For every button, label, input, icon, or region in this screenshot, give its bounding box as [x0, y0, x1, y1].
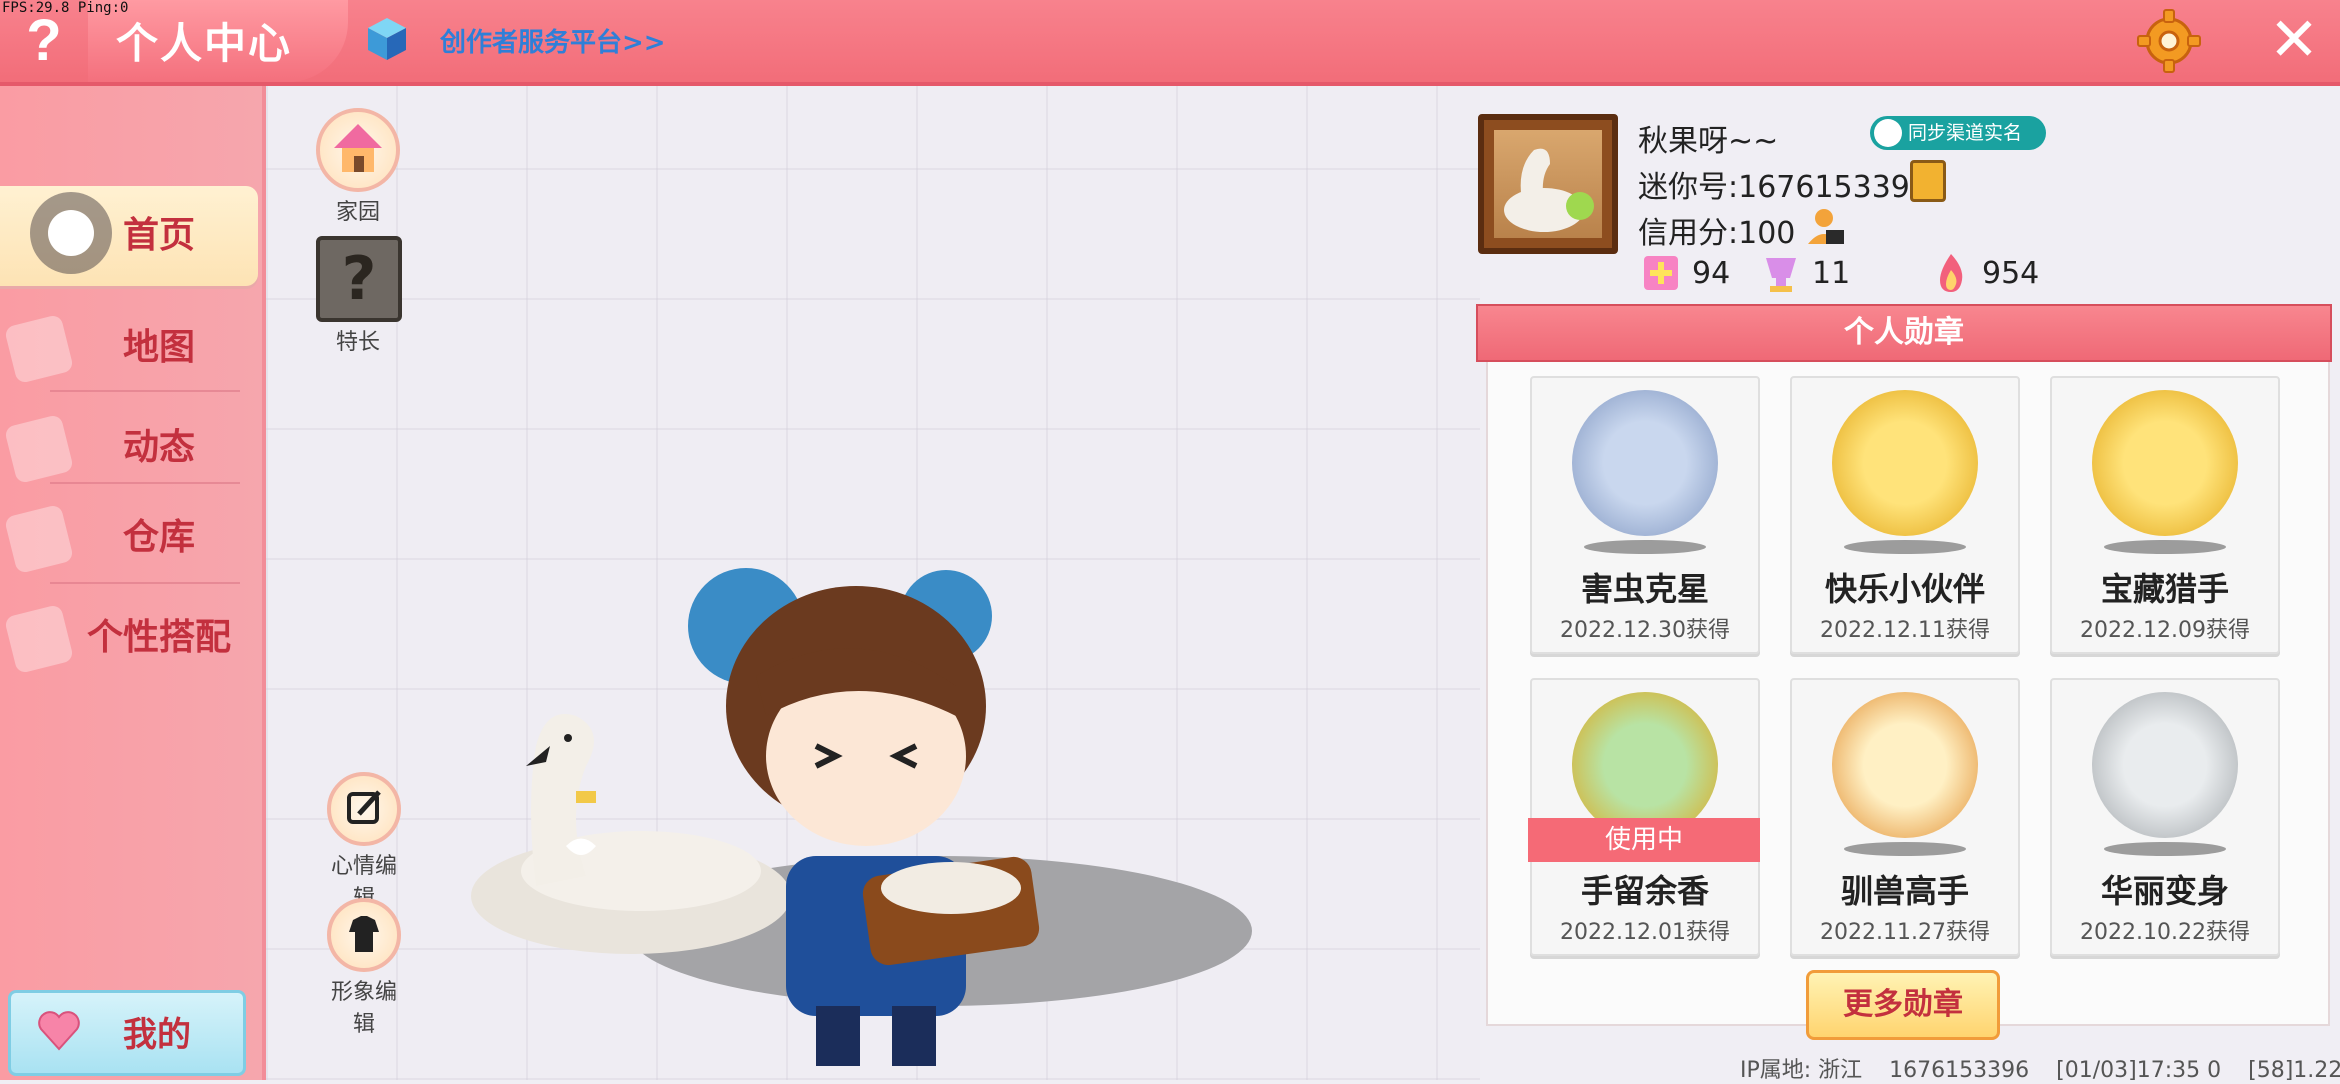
page-title: 个人中心 — [116, 19, 293, 68]
player-character-image — [688, 568, 1040, 1066]
avatar-edit-button[interactable]: 形象编辑 — [322, 898, 406, 1038]
medal-pedestal — [2104, 842, 2226, 856]
in-use-tag: 使用中 — [1528, 818, 1760, 862]
badge-date: 2022.12.01获得 — [1560, 920, 1730, 945]
medal-treasure-icon — [2092, 390, 2238, 536]
footer-version: [58]1.22.1 — [2248, 1058, 2340, 1083]
sidebar-item-outfit[interactable]: 个性搭配 — [0, 588, 258, 688]
outfit-icon — [327, 898, 401, 972]
medal-friends-icon — [1832, 390, 1978, 536]
trait-button[interactable]: ? 特长 — [316, 236, 402, 356]
badge-card[interactable]: 快乐小伙伴 2022.12.11获得 — [1790, 376, 2020, 654]
badge-name: 驯兽高手 — [1840, 872, 1969, 910]
trait-label: 特长 — [335, 330, 380, 355]
badge-card[interactable]: 使用中 手留余香 2022.12.01获得 — [1528, 678, 1760, 956]
credit-score: 信用分:100 — [1638, 216, 1796, 251]
badge-date: 2022.12.09获得 — [2080, 618, 2250, 643]
flame-icon — [1940, 254, 1963, 292]
stat-value: 11 — [1812, 256, 1851, 291]
house-icon — [316, 108, 400, 192]
badge-name: 宝藏猎手 — [2100, 570, 2229, 608]
badge-name: 手留余香 — [1580, 872, 1709, 910]
badge-card[interactable]: 害虫克星 2022.12.30获得 — [1530, 376, 1760, 654]
trait-question-icon: ? — [316, 236, 402, 322]
medal-tamer-icon — [1832, 692, 1978, 838]
medal-pedestal — [1584, 540, 1706, 554]
mini-id: 迷你号:1676153396 — [1638, 170, 1929, 205]
badge-card[interactable]: 华丽变身 2022.10.22获得 — [2050, 678, 2280, 956]
avatar-image — [1494, 130, 1602, 238]
close-icon[interactable]: ✕ — [2264, 10, 2324, 70]
my-button[interactable]: 我的 — [8, 990, 246, 1076]
medal-pest-icon — [1572, 390, 1718, 536]
divider — [50, 482, 240, 484]
sidebar-item-label: 地图 — [122, 327, 195, 368]
footer-time: [01/03]17:35 0 — [2056, 1058, 2222, 1083]
badge-date: 2022.10.22获得 — [2080, 920, 2250, 945]
badge-date: 2022.12.30获得 — [1560, 618, 1730, 643]
medal-fragrance-icon — [1572, 692, 1718, 838]
ip-location: IP属地: 浙江 — [1740, 1058, 1863, 1083]
medal-pedestal — [1844, 540, 1966, 554]
badge-card[interactable]: 驯兽高手 2022.11.27获得 — [1790, 678, 2020, 956]
stat-value: 94 — [1692, 256, 1731, 291]
badge-date: 2022.12.11获得 — [1820, 618, 1990, 643]
top-bar: ? 个人中心 创作者服务平台>> ✕ — [0, 0, 2340, 86]
divider — [50, 582, 240, 584]
person-icon — [1874, 119, 1902, 147]
badge-name: 快乐小伙伴 — [1824, 570, 1985, 608]
edit-icon — [327, 772, 401, 846]
fps-readout: FPS:29.8 Ping:0 — [2, 0, 129, 16]
medal-pedestal — [1844, 842, 1966, 856]
footer-id: 1676153396 — [1889, 1058, 2030, 1083]
stat-value: 954 — [1982, 256, 2040, 291]
sync-label: 同步渠道实名 — [1908, 122, 2023, 144]
sidebar-item-storage[interactable]: 仓库 — [0, 488, 258, 588]
sidebar-item-label: 个性搭配 — [86, 617, 231, 658]
badge-name: 华丽变身 — [2100, 872, 2229, 910]
badge-name: 害虫克星 — [1580, 570, 1709, 608]
medal-pedestal — [2104, 540, 2226, 554]
mood-edit-button[interactable]: 心情编辑 — [322, 772, 406, 912]
cube-icon[interactable] — [366, 16, 408, 62]
more-badges-button[interactable]: 更多勋章 — [1806, 970, 2000, 1040]
toggle-dot-icon[interactable] — [30, 192, 112, 274]
footer-status: IP属地: 浙江 1676153396 [01/03]17:35 0 [58]1… — [1740, 1052, 2340, 1084]
avatar[interactable] — [1478, 114, 1618, 254]
sidebar-item-map[interactable]: 地图 — [0, 298, 258, 398]
avatar-edit-label: 形象编辑 — [330, 980, 397, 1037]
home-button[interactable]: 家园 — [316, 108, 400, 226]
divider — [50, 390, 240, 392]
home-label: 家园 — [335, 200, 380, 225]
copy-icon[interactable] — [1910, 160, 1946, 202]
character-scene: 家园 ? 特长 心情编辑 形象编辑 — [266, 86, 1480, 1080]
flag-icon — [1644, 256, 1678, 290]
sidebar: 首页 地图 动态 仓库 个性搭配 我的 — [0, 86, 266, 1080]
badge-date: 2022.11.27获得 — [1820, 920, 1990, 945]
creator-platform-link[interactable]: 创作者服务平台>> — [440, 22, 666, 59]
username: 秋果呀~~ — [1638, 124, 1779, 159]
gear-icon[interactable] — [2136, 8, 2202, 74]
badge-card[interactable]: 宝藏猎手 2022.12.09获得 — [2050, 376, 2280, 654]
credit-person-icon[interactable] — [1804, 206, 1846, 248]
question-icon[interactable]: ? — [14, 8, 74, 74]
badges-header: 个人勋章 — [1476, 304, 2332, 362]
my-button-label: 我的 — [123, 1015, 191, 1055]
sync-realname-button[interactable]: 同步渠道实名 — [1870, 116, 2046, 150]
medal-transform-icon — [2092, 692, 2238, 838]
heart-icon — [38, 1011, 80, 1051]
sidebar-item-label: 仓库 — [122, 517, 195, 558]
trophy-icon — [1766, 258, 1796, 292]
